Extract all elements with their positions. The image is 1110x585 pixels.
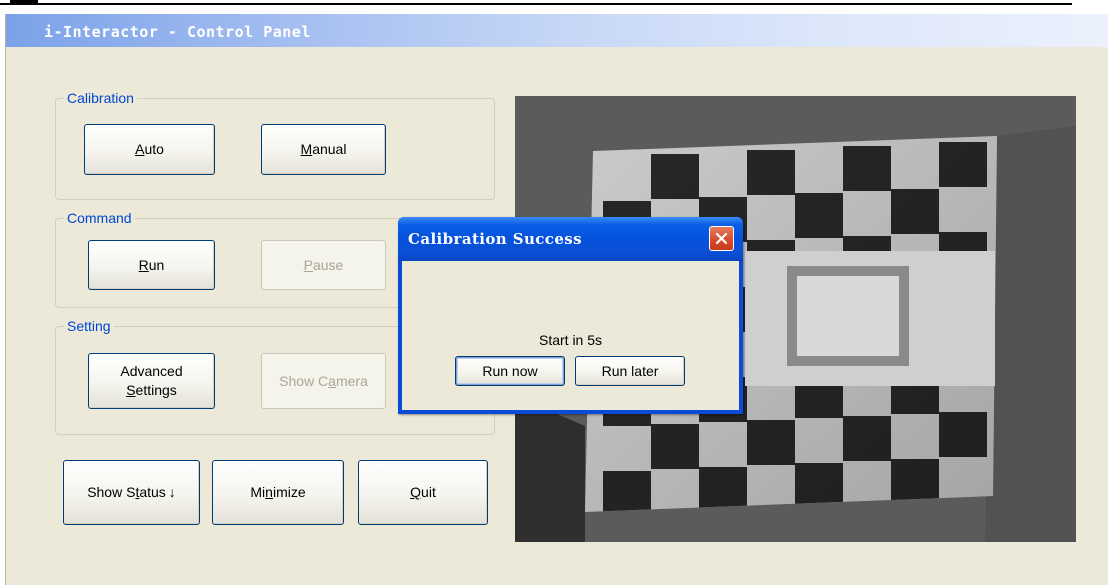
- pause-mnemonic: P: [303, 256, 313, 273]
- run-later-label: Run later: [601, 362, 659, 379]
- screenshot-top-mark: [10, 0, 38, 5]
- show-camera-button[interactable]: Show Camera: [261, 353, 386, 409]
- show-camera-label-rest: mera: [335, 372, 368, 389]
- screenshot-top-border: [0, 3, 1072, 5]
- window-title: i-Interactor - Control Panel: [44, 23, 311, 41]
- manual-label: Manual: [301, 140, 347, 159]
- camera-mnemonic: a: [328, 372, 336, 389]
- minimize-mnemonic: n: [265, 484, 273, 500]
- run-now-button[interactable]: Run now: [455, 356, 565, 386]
- close-icon: [715, 232, 728, 245]
- dialog-message: Start in 5s: [538, 332, 603, 348]
- show-camera-label-start: Show C: [279, 372, 329, 389]
- show-camera-label: Show Camera: [279, 372, 368, 391]
- setting-legend: Setting: [64, 317, 114, 335]
- calibration-legend: Calibration: [64, 89, 137, 107]
- manual-label-rest: anual: [312, 141, 347, 157]
- quit-label: Quit: [410, 483, 436, 502]
- run-later-button[interactable]: Run later: [575, 356, 685, 386]
- quit-mnemonic: Q: [410, 484, 422, 500]
- command-legend: Command: [64, 209, 135, 227]
- pause-label: Pause: [304, 256, 344, 275]
- calibration-success-dialog: Calibration Success Start in 5s Run now …: [398, 217, 743, 414]
- chevron-down-icon: ↓: [168, 484, 176, 500]
- run-label: Run: [139, 256, 165, 275]
- pause-button[interactable]: Pause: [261, 240, 386, 290]
- minimize-label-rest: imize: [272, 484, 306, 500]
- show-status-label: Show Status ↓: [87, 483, 176, 502]
- minimize-label: Minimize: [250, 483, 305, 502]
- advanced-settings-label: Advanced Settings: [120, 362, 182, 400]
- run-button[interactable]: Run: [88, 240, 215, 290]
- quit-label-rest: uit: [421, 484, 436, 500]
- camera-wall-right: [985, 126, 1076, 542]
- show-status-label-start: Show S: [87, 484, 136, 500]
- auto-calibration-button[interactable]: Auto: [84, 124, 215, 175]
- pause-label-rest: ause: [312, 256, 344, 273]
- auto-label: Auto: [135, 140, 164, 159]
- run-label-rest: un: [148, 256, 165, 273]
- manual-mnemonic: M: [300, 141, 313, 157]
- advanced-label-line2: Settings: [120, 381, 182, 400]
- show-status-label-rest: atus: [139, 484, 166, 500]
- dialog-body: Start in 5s Run now Run later: [402, 261, 739, 410]
- window-titlebar[interactable]: i-Interactor - Control Panel: [6, 14, 1108, 47]
- dialog-title: Calibration Success: [408, 230, 582, 248]
- run-mnemonic: R: [138, 256, 149, 273]
- minimize-label-start: Mi: [250, 484, 266, 500]
- settings-label-rest: ettings: [135, 382, 177, 398]
- dialog-close-button[interactable]: [709, 226, 734, 251]
- inner-screen-preview: [745, 251, 995, 386]
- advanced-label-line1: Advanced: [120, 363, 183, 379]
- manual-calibration-button[interactable]: Manual: [261, 124, 386, 175]
- minimize-button[interactable]: Minimize: [212, 460, 344, 525]
- control-panel-window: i-Interactor - Control Panel Calibration…: [5, 14, 1108, 585]
- dialog-titlebar[interactable]: Calibration Success: [398, 217, 743, 261]
- auto-label-rest: uto: [144, 141, 164, 157]
- settings-mnemonic: S: [126, 382, 136, 398]
- show-status-button[interactable]: Show Status ↓: [63, 460, 200, 525]
- quit-button[interactable]: Quit: [358, 460, 488, 525]
- run-now-label: Run now: [482, 362, 538, 379]
- advanced-settings-button[interactable]: Advanced Settings: [88, 353, 215, 409]
